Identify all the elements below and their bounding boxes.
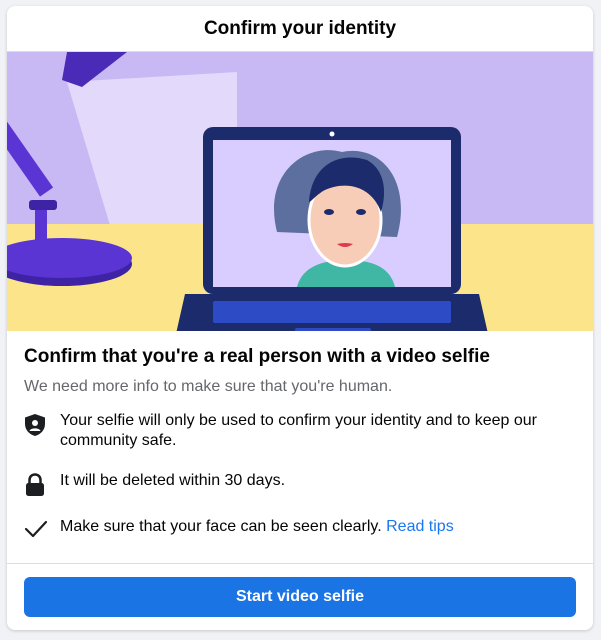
checkmark-icon [24,517,60,539]
subtext: We need more info to make sure that you'… [24,378,393,395]
dialog-header: Confirm your identity [7,6,593,52]
list-item: Your selfie will only be used to confirm… [24,411,576,451]
identity-dialog: Confirm your identity Confirm that you'r… [7,6,593,630]
shield-person-icon [24,411,60,437]
list-item-text: Your selfie will only be used to confirm… [60,412,538,449]
dialog-footer: Start video selfie [7,563,593,630]
dialog-title: Confirm your identity [203,17,397,39]
video-selfie-illustration [7,52,593,331]
info-list: Your selfie will only be used to confirm… [24,411,576,539]
list-item: It will be deleted within 30 days. [24,471,576,497]
list-item-text-main: Make sure that your face can be seen cle… [60,518,382,535]
list-item: Make sure that your face can be seen cle… [24,517,576,539]
list-item-text: It will be deleted within 30 days. [60,472,286,489]
laptop [176,127,488,331]
start-video-selfie-button[interactable]: Start video selfie [24,577,576,617]
lock-icon [24,471,60,497]
headline: Confirm that you're a real person with a… [24,346,490,367]
dialog-content: Confirm that you're a real person with a… [7,331,593,539]
list-item-text: Make sure that your face can be seen cle… [60,517,454,537]
read-tips-link[interactable]: Read tips [386,518,454,535]
